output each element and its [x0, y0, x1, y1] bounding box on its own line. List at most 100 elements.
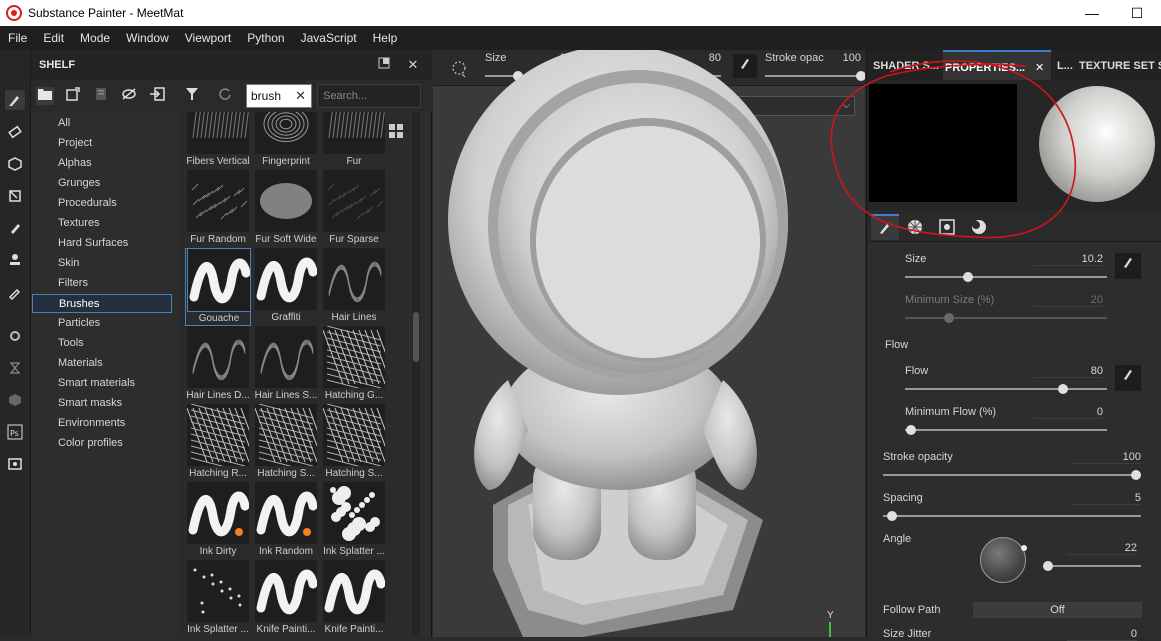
category-filters[interactable]: Filters: [32, 274, 172, 293]
tab-shader-settings[interactable]: SHADER S...: [873, 50, 943, 80]
reset-filter-icon[interactable]: [216, 87, 234, 105]
brush-thumbnail[interactable]: Fur Random: [185, 170, 251, 248]
brush-thumbnail[interactable]: Fur Sparse: [321, 170, 387, 248]
size-slider[interactable]: [905, 276, 1107, 278]
color-picker-icon[interactable]: [5, 282, 25, 302]
angle-slider[interactable]: [1043, 565, 1141, 567]
category-particles[interactable]: Particles: [32, 314, 172, 333]
menu-edit[interactable]: Edit: [35, 31, 72, 45]
brush-thumbnail[interactable]: Fingerprint: [253, 112, 319, 170]
settings-icon[interactable]: [5, 326, 25, 346]
category-project[interactable]: Project: [32, 134, 172, 153]
stroke-opacity-handle[interactable]: [1131, 470, 1141, 480]
brush-thumbnail[interactable]: Fur: [321, 112, 387, 170]
save-resource-icon[interactable]: [92, 87, 110, 105]
brush-thumbnail[interactable]: Ink Splatter ...: [185, 560, 251, 637]
category-brushes[interactable]: Brushes: [32, 294, 172, 313]
minimize-button[interactable]: —: [1069, 0, 1115, 26]
brush-thumbnail[interactable]: Graffiti: [253, 248, 319, 326]
menu-mode[interactable]: Mode: [72, 31, 118, 45]
vp-size-handle[interactable]: [513, 71, 523, 81]
material-tab-icon[interactable]: [901, 214, 929, 240]
size-value[interactable]: 10.2: [1033, 253, 1103, 266]
render-mode-select[interactable]: Material ⌵: [691, 96, 855, 116]
eraser-icon[interactable]: [5, 122, 25, 142]
category-color-profiles[interactable]: Color profiles: [32, 434, 172, 453]
hide-icon[interactable]: [120, 87, 138, 105]
paint-brush-icon[interactable]: [5, 90, 25, 110]
brush-thumbnail[interactable]: Hatching S...: [253, 404, 319, 482]
grid-scrollbar[interactable]: [412, 112, 420, 637]
category-hard-surfaces[interactable]: Hard Surfaces: [32, 234, 172, 253]
category-smart-masks[interactable]: Smart masks: [32, 394, 172, 413]
vp-stroke-slider[interactable]: [765, 75, 861, 77]
brush-thumbnail[interactable]: Ink Random: [253, 482, 319, 560]
min-size-value[interactable]: 20: [1033, 294, 1103, 307]
spacing-handle[interactable]: [887, 511, 897, 521]
vp-stroke-handle[interactable]: [856, 71, 865, 81]
scrollbar-thumb[interactable]: [413, 312, 419, 362]
flow-slider[interactable]: [905, 388, 1107, 390]
stroke-opacity-slider[interactable]: [883, 474, 1141, 476]
remove-filter-icon[interactable]: ✕: [295, 85, 306, 107]
history-icon[interactable]: [5, 358, 25, 378]
brush-thumbnail[interactable]: Ink Splatter ...: [321, 482, 387, 560]
vp-flow-value[interactable]: 80: [683, 52, 721, 64]
brush-thumbnail[interactable]: Hair Lines D...: [185, 326, 251, 404]
brush-thumbnail[interactable]: Gouache: [185, 248, 251, 326]
spacing-value[interactable]: 5: [1071, 492, 1141, 505]
alpha-tab-icon[interactable]: [933, 214, 961, 240]
camera-select[interactable]: Default camera ⌵: [523, 96, 687, 116]
category-alphas[interactable]: Alphas: [32, 154, 172, 173]
angle-handle[interactable]: [1043, 561, 1053, 571]
brush-thumbnail[interactable]: Knife Painti...: [253, 560, 319, 637]
viewport[interactable]: Size 10.2 Flow 80 Stroke opac 100 Defaul…: [433, 50, 865, 637]
filter-icon[interactable]: [183, 87, 201, 105]
projection-icon[interactable]: [5, 154, 25, 174]
new-resource-icon[interactable]: [64, 87, 82, 105]
menu-viewport[interactable]: Viewport: [177, 31, 239, 45]
flow-value[interactable]: 80: [1033, 365, 1103, 378]
category-textures[interactable]: Textures: [32, 214, 172, 233]
photoshop-icon[interactable]: Ps: [5, 422, 25, 442]
angle-dial[interactable]: [980, 537, 1027, 583]
spacing-slider[interactable]: [883, 515, 1141, 517]
category-grunges[interactable]: Grunges: [32, 174, 172, 193]
brush-thumbnail[interactable]: Hair Lines: [321, 248, 387, 326]
menu-help[interactable]: Help: [365, 31, 406, 45]
clone-stamp-icon[interactable]: [5, 250, 25, 270]
tab-properties[interactable]: PROPERTIES... ✕: [943, 50, 1051, 80]
menu-python[interactable]: Python: [239, 31, 292, 45]
lasso-icon[interactable]: [450, 60, 468, 81]
stroke-opacity-value[interactable]: 100: [1071, 451, 1141, 464]
angle-dial-handle[interactable]: [1021, 545, 1027, 551]
category-all[interactable]: All: [32, 114, 172, 133]
filter-chip[interactable]: brush ✕: [246, 84, 312, 108]
tab-layers[interactable]: L...: [1057, 50, 1077, 80]
category-materials[interactable]: Materials: [32, 354, 172, 373]
menu-file[interactable]: File: [0, 31, 35, 45]
grid-view-icon[interactable]: [388, 124, 404, 140]
smudge-icon[interactable]: [5, 218, 25, 238]
angle-value[interactable]: 22: [1067, 542, 1137, 555]
min-flow-handle[interactable]: [906, 425, 916, 435]
min-flow-slider[interactable]: [905, 429, 1107, 431]
brush-thumbnail[interactable]: Hair Lines S...: [253, 326, 319, 404]
import-icon[interactable]: [148, 87, 166, 105]
tab-texture-set-settings[interactable]: TEXTURE SET S...: [1079, 50, 1161, 80]
category-procedurals[interactable]: Procedurals: [32, 194, 172, 213]
brush-thumbnail[interactable]: Knife Painti...: [321, 560, 387, 637]
flow-pen-pressure-icon[interactable]: [1115, 365, 1141, 391]
size-handle[interactable]: [963, 272, 973, 282]
vp-flow-handle[interactable]: [698, 71, 708, 81]
category-skin[interactable]: Skin: [32, 254, 172, 273]
brush-thumbnail[interactable]: Fibers Vertical: [185, 112, 251, 170]
category-environments[interactable]: Environments: [32, 414, 172, 433]
size-jitter-value[interactable]: 0: [1067, 628, 1137, 641]
vp-size-slider[interactable]: [485, 75, 581, 77]
follow-path-toggle[interactable]: Off: [973, 602, 1142, 618]
min-flow-value[interactable]: 0: [1033, 406, 1103, 419]
flow-handle[interactable]: [1058, 384, 1068, 394]
menu-window[interactable]: Window: [118, 31, 177, 45]
category-smart-materials[interactable]: Smart materials: [32, 374, 172, 393]
